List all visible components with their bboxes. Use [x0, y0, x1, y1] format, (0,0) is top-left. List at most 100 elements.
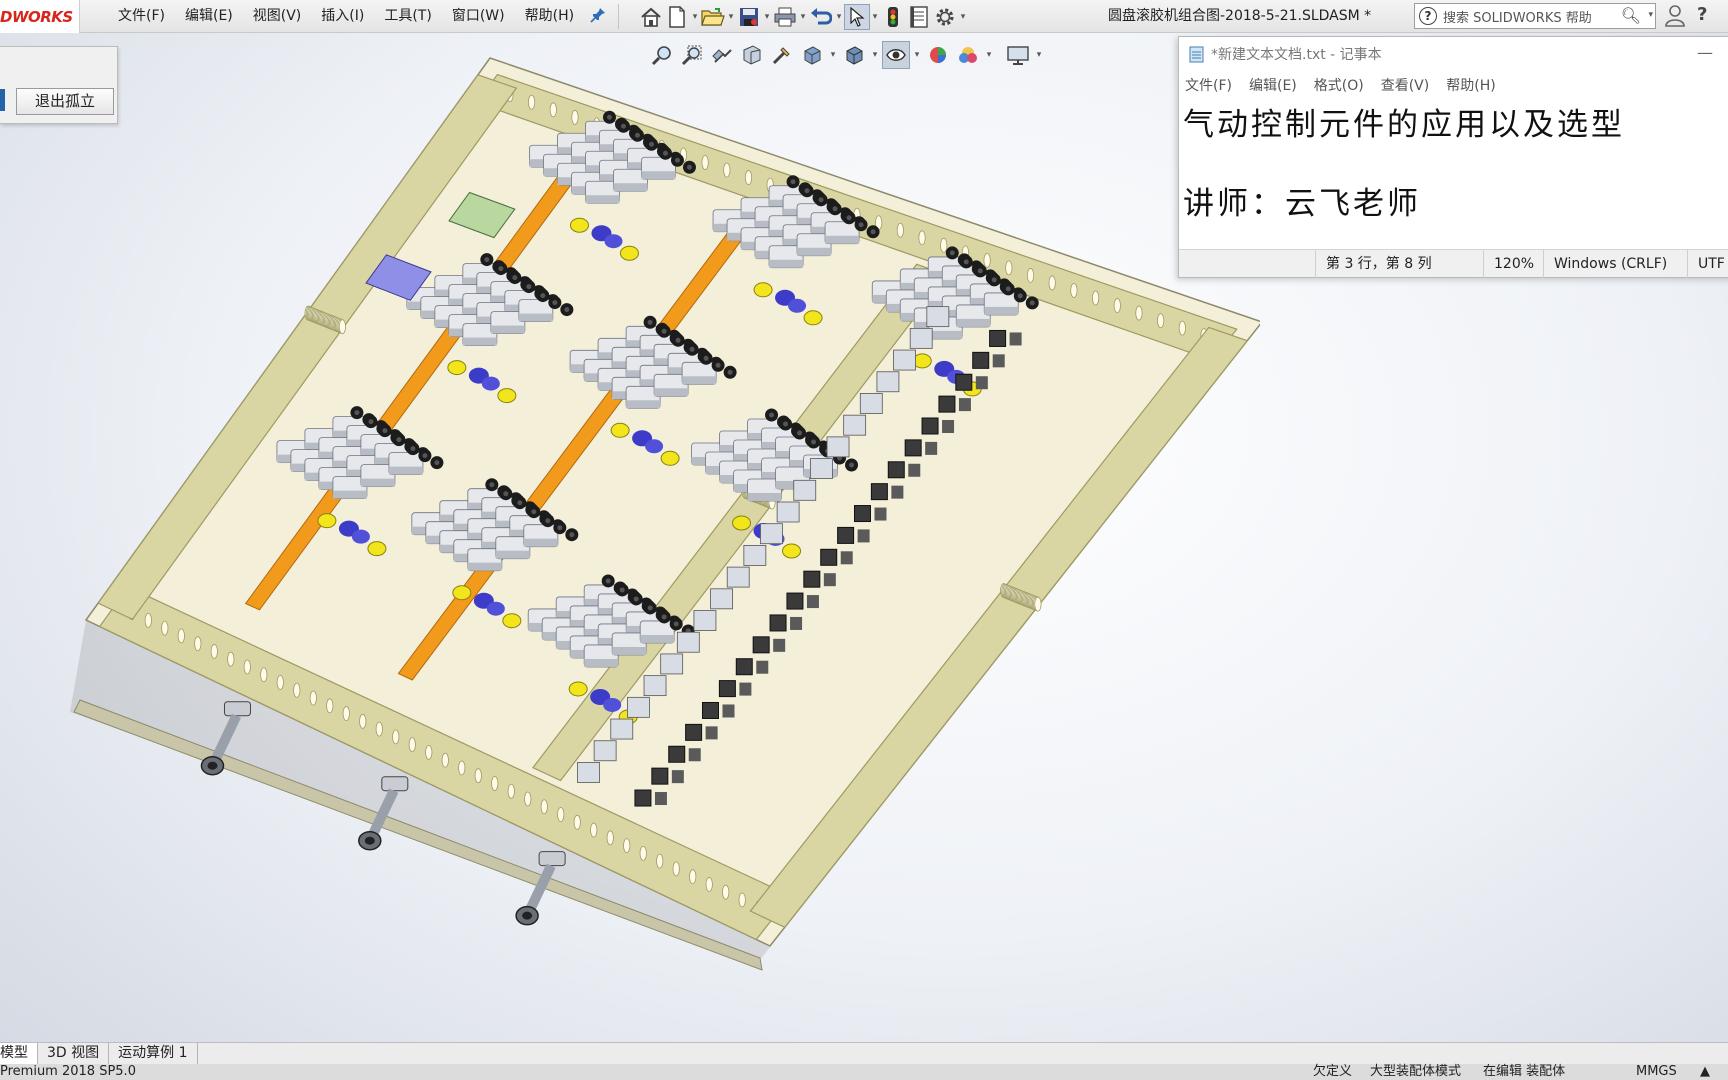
push-fitting-hole — [498, 266, 504, 272]
chevron-down-icon[interactable]: ▾ — [726, 12, 736, 22]
duct-slot — [918, 230, 926, 246]
units-selector[interactable]: MMGS — [1636, 1064, 1677, 1080]
chevron-down-icon[interactable]: ▾ — [798, 12, 808, 22]
menu-window[interactable]: 窗口(W) — [442, 0, 515, 33]
duct-slot — [672, 861, 680, 877]
duct-slot — [474, 768, 482, 784]
version-label: Premium 2018 SP5.0 — [0, 1064, 136, 1079]
push-fitting-hole — [368, 419, 374, 425]
chevron-down-icon[interactable]: ▾ — [1648, 10, 1653, 20]
help-icon[interactable]: ? — [1697, 4, 1707, 25]
user-account-icon[interactable] — [1665, 5, 1687, 27]
tab-model[interactable]: 模型 — [0, 1043, 38, 1065]
open-folder-icon[interactable] — [700, 4, 726, 30]
tab-3d-views[interactable]: 3D 视图 — [38, 1043, 110, 1065]
notepad-icon — [1189, 46, 1204, 63]
new-document-icon[interactable] — [664, 4, 690, 30]
chevron-down-icon[interactable]: ▾ — [762, 12, 772, 22]
push-fitting-hole — [846, 215, 852, 221]
relay — [610, 718, 634, 740]
chevron-down-icon[interactable]: ▾ — [690, 12, 700, 22]
push-fitting-hole — [689, 346, 695, 352]
muffler — [497, 388, 517, 404]
valve-shade — [523, 538, 558, 547]
terminal-block — [992, 354, 1005, 368]
chevron-down-icon[interactable]: ▾ — [958, 12, 968, 22]
terminal-block — [685, 723, 703, 741]
minimize-icon[interactable]: — — [1697, 43, 1713, 62]
notepad-titlebar[interactable]: *新建文本文档.txt - 记事本 — [1179, 37, 1728, 71]
units-arrow-icon[interactable]: ▲ — [1700, 1064, 1710, 1080]
muffler — [317, 513, 337, 529]
notepad-menu-file[interactable]: 文件(F) — [1185, 75, 1232, 95]
notepad-menu-help[interactable]: 帮助(H) — [1446, 75, 1495, 95]
notepad-text-area[interactable]: 气动控制元件的应用以及选型 讲师：云飞老师 — [1179, 95, 1728, 247]
terminal-block — [823, 573, 836, 587]
search-icon[interactable]: 🔍︎ — [1621, 6, 1641, 25]
valve-shade — [584, 658, 619, 667]
terminal-block — [942, 419, 955, 433]
notepad-menu-format[interactable]: 格式(O) — [1314, 75, 1364, 95]
duct-slot — [458, 760, 466, 776]
file-properties-icon[interactable] — [906, 4, 932, 30]
push-fitting-hole — [674, 157, 680, 163]
search-help-input[interactable]: ? 搜索 SOLIDWORKS 帮助 🔍︎ ▾ — [1414, 3, 1656, 29]
terminal-block — [874, 507, 887, 521]
terminal-block — [972, 351, 990, 369]
terminal-block — [853, 505, 871, 523]
duct-slot — [639, 845, 647, 861]
terminal-block — [739, 682, 752, 696]
valve-shade — [585, 195, 620, 204]
blue-fitting — [481, 376, 500, 391]
terminal-block — [654, 792, 667, 806]
duct-slot — [1113, 298, 1121, 313]
duct-slot — [896, 222, 904, 238]
notepad-window[interactable]: *新建文本文档.txt - 记事本 — 文件(F) 编辑(E) 格式(O) 查看… — [1178, 36, 1728, 278]
duct-slot — [623, 838, 631, 854]
duct-slot — [309, 690, 317, 706]
menu-help[interactable]: 帮助(H) — [515, 0, 584, 33]
menu-view[interactable]: 视图(V) — [243, 0, 312, 33]
blue-fitting — [351, 529, 370, 544]
push-fitting-hole — [552, 300, 558, 306]
pin-icon[interactable] — [589, 6, 609, 26]
push-fitting-hole — [858, 222, 864, 228]
pipe-bore — [522, 911, 533, 920]
push-fitting-hole — [963, 259, 969, 265]
chevron-down-icon[interactable]: ▾ — [870, 12, 880, 22]
tab-motion-study[interactable]: 运动算例 1 — [109, 1043, 198, 1065]
push-fitting-hole — [396, 437, 402, 443]
push-fitting-hole — [545, 518, 551, 524]
notepad-menu-edit[interactable]: 编辑(E) — [1249, 75, 1297, 95]
terminal-block — [722, 704, 735, 718]
chevron-down-icon[interactable]: ▾ — [834, 12, 844, 22]
select-arrow-icon[interactable] — [844, 4, 870, 30]
menu-edit[interactable]: 编辑(E) — [175, 0, 243, 33]
save-icon[interactable] — [736, 4, 762, 30]
traffic-light-icon[interactable] — [880, 4, 906, 30]
undo-icon[interactable] — [808, 4, 834, 30]
terminal-block — [752, 636, 770, 654]
duct-slot — [408, 737, 416, 753]
home-icon[interactable] — [638, 4, 664, 30]
status-bar: Premium 2018 SP5.0 欠定义 大型装配体模式 在编辑 装配体 M… — [0, 1064, 1728, 1080]
valve-shade — [640, 634, 675, 643]
duct-slot — [557, 807, 565, 822]
terminal-block — [651, 767, 669, 785]
solidworks-logo[interactable]: DWORKS — [0, 0, 80, 33]
menu-insert[interactable]: 插入(I) — [311, 0, 374, 33]
help-circle-icon: ? — [1419, 7, 1437, 25]
menu-file[interactable]: 文件(F) — [108, 0, 175, 33]
menu-tools[interactable]: 工具(T) — [374, 0, 441, 33]
push-fitting-hole — [489, 482, 495, 488]
push-fitting-hole — [870, 229, 876, 235]
assembly-model-viewport[interactable] — [60, 52, 1260, 972]
relay — [909, 327, 933, 349]
push-fitting-hole — [647, 319, 653, 325]
options-gear-icon[interactable] — [932, 4, 958, 30]
push-fitting-hole — [849, 462, 855, 468]
notepad-menu-view[interactable]: 查看(V) — [1381, 75, 1430, 95]
relay — [593, 740, 617, 762]
duct-slot — [738, 892, 746, 908]
print-icon[interactable] — [772, 4, 798, 30]
